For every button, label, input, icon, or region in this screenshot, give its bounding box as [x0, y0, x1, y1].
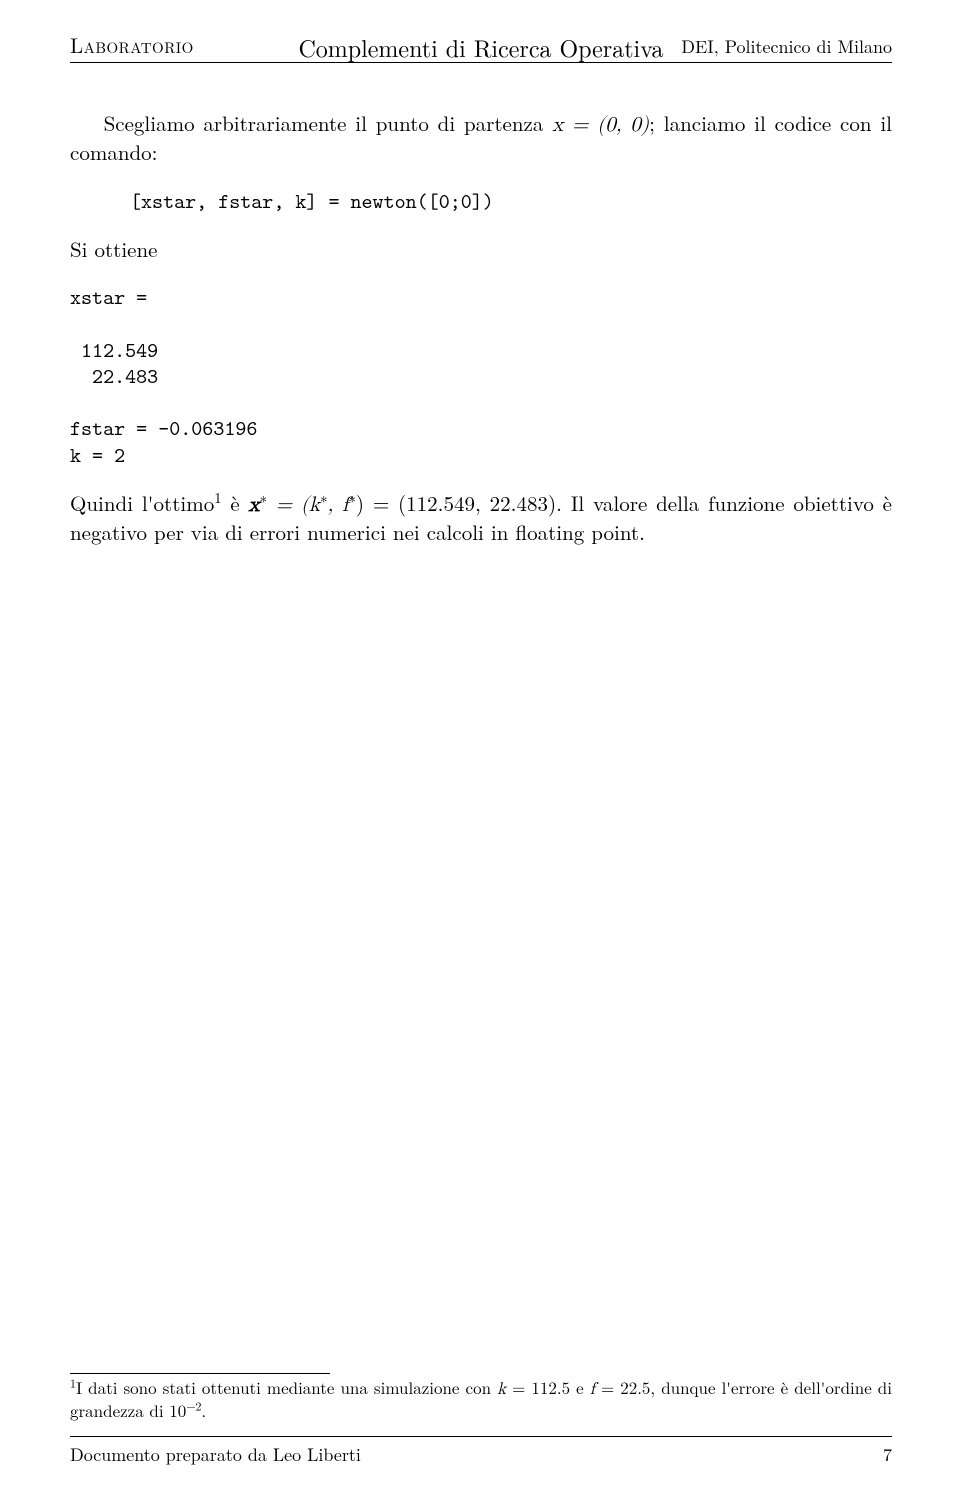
p3-x: x	[249, 495, 260, 516]
paragraph-3: Quindi l'ottimo1 è x∗ = (k∗, f∗) = (112.…	[70, 490, 892, 546]
paragraph-1: Scegliamo arbitrariamente il punto di pa…	[70, 110, 892, 166]
p1-math: x = (0, 0)	[552, 115, 649, 136]
p3-text-b: è	[222, 488, 249, 518]
footnote-dot: .	[201, 1398, 206, 1422]
p3-comma-f: , f	[327, 495, 348, 516]
footnote: 1I dati sono stati ottenuti mediante una…	[70, 1377, 892, 1422]
content-area: Scegliamo arbitrariamente il punto di pa…	[70, 110, 892, 551]
code-block-1: [xstar, fstar, k] = newton([0;0])	[130, 188, 892, 214]
p3-x-star: ∗	[260, 487, 267, 508]
footnote-k: k	[497, 1381, 506, 1398]
footer-prepared: Documento preparato da Leo Liberti	[70, 1442, 361, 1467]
header-right: DEI, Politecnico di Milano	[681, 34, 892, 59]
p3-f-star: ∗	[349, 487, 356, 508]
footnote-text-a: I dati sono stati ottenuti mediante una …	[76, 1375, 497, 1399]
p3-eq-open: = (k	[267, 495, 320, 516]
page: Laboratorio Complementi di Ricerca Opera…	[0, 0, 960, 1509]
footnote-k-eq: = 112.5 e	[506, 1375, 590, 1399]
footer-page-number: 7	[883, 1442, 892, 1467]
p3-text-a: Quindi l'ottimo	[70, 488, 214, 518]
page-footer: Documento preparato da Leo Liberti 7	[70, 1442, 892, 1467]
code-block-2: xstar = 112.549 22.483 fstar = -0.063196…	[70, 284, 892, 468]
footnote-ref: 1	[214, 487, 221, 508]
page-header: Laboratorio Complementi di Ricerca Opera…	[70, 30, 892, 60]
footer-rule	[70, 1436, 892, 1437]
header-rule	[70, 62, 892, 63]
paragraph-2: Si ottiene	[70, 236, 892, 262]
p1-text-a: Scegliamo arbitrariamente il punto di pa…	[104, 108, 553, 138]
footnote-exp: −2	[186, 1398, 201, 1414]
p3-values: ) = (112.549, 22.483)	[356, 488, 556, 518]
